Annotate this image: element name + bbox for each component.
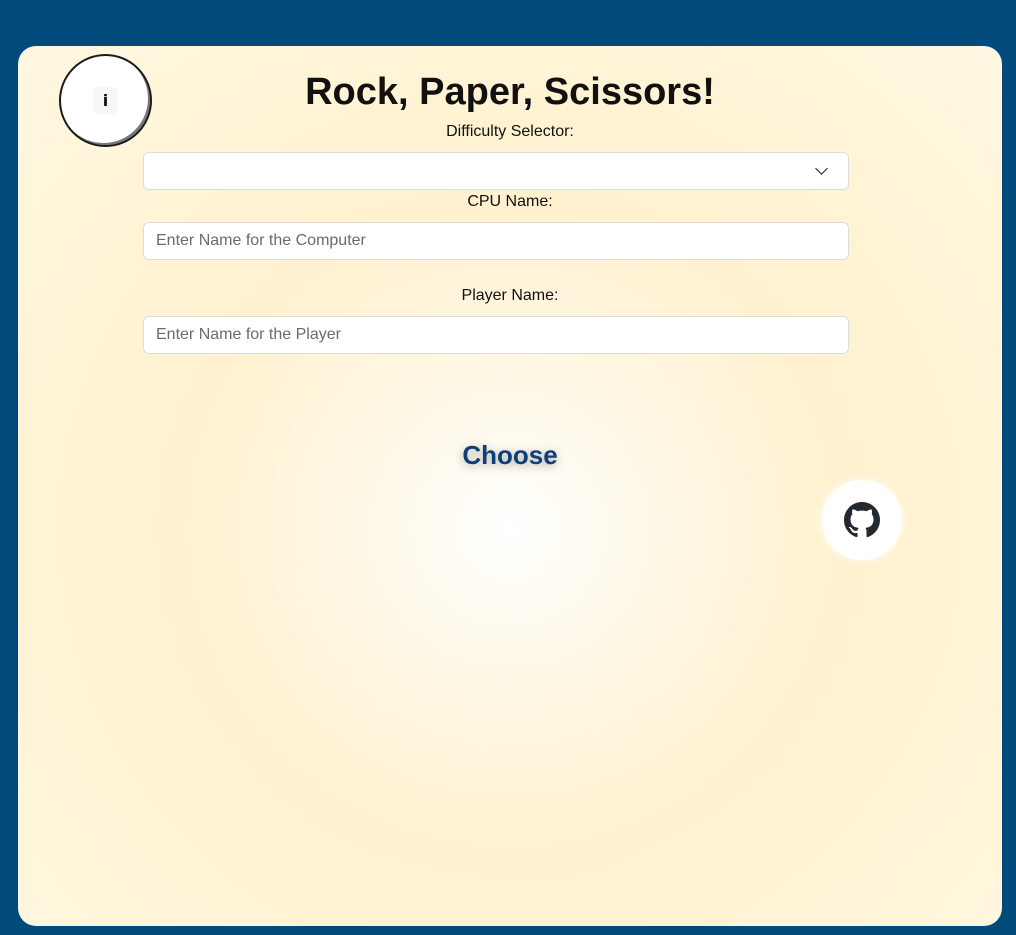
- page-title: Rock, Paper, Scissors!: [305, 71, 715, 113]
- difficulty-select[interactable]: [143, 152, 849, 190]
- chevron-down-icon: [815, 162, 828, 175]
- player-name-label: Player Name:: [461, 287, 559, 304]
- player-name-input[interactable]: [143, 316, 849, 354]
- game-card: i Rock, Paper, Scissors! Difficulty Sele…: [18, 46, 1002, 926]
- choose-button[interactable]: Choose: [18, 440, 1002, 471]
- difficulty-label: Difficulty Selector:: [446, 123, 574, 140]
- github-link[interactable]: [822, 480, 902, 560]
- github-icon: [844, 502, 880, 538]
- cpu-name-label: CPU Name:: [467, 193, 553, 210]
- cpu-name-input[interactable]: [143, 222, 849, 260]
